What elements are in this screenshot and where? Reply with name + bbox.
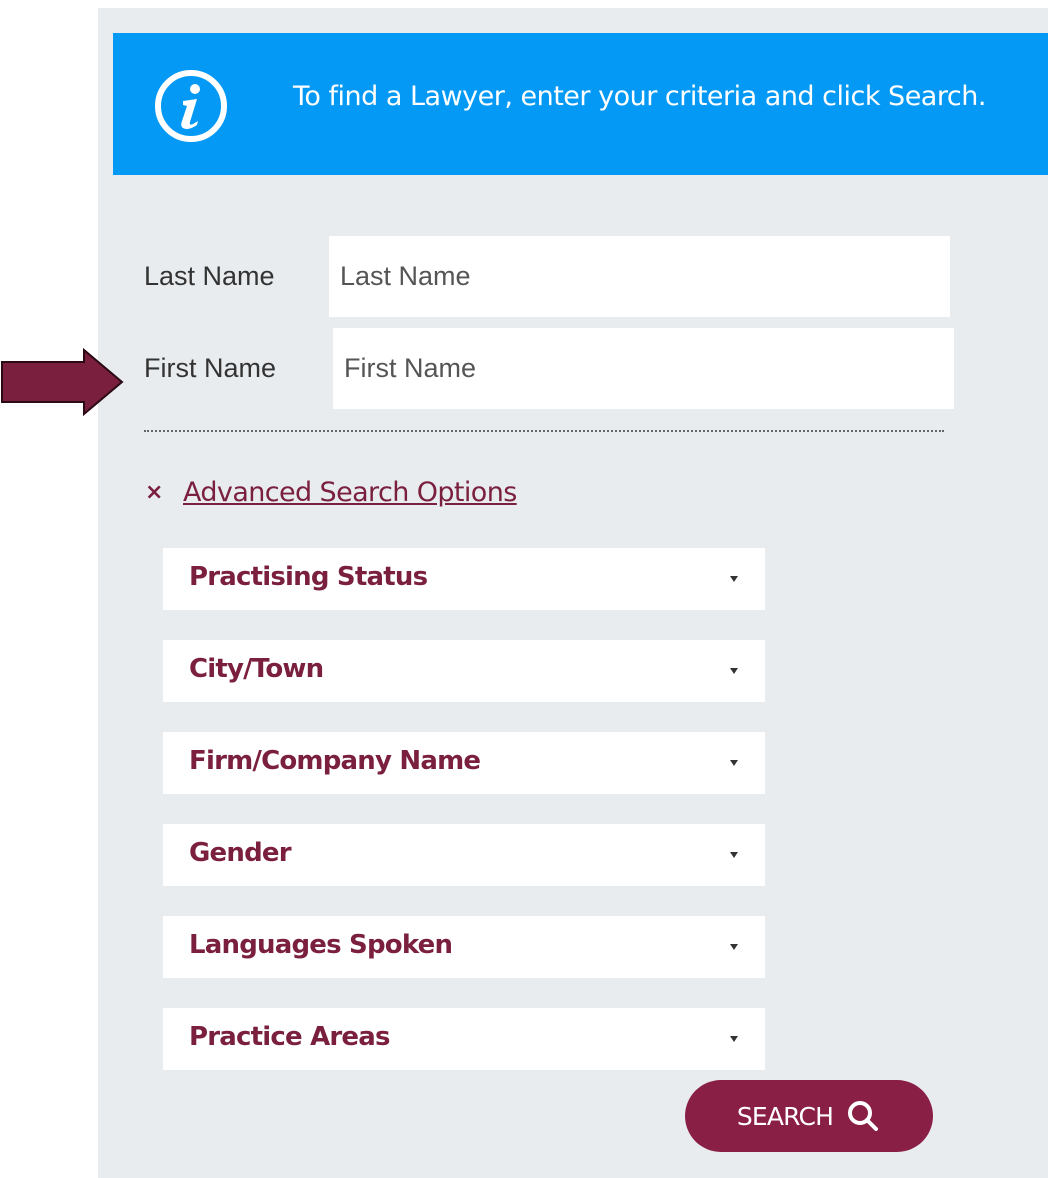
caret-down-icon — [730, 944, 738, 950]
city-town-dropdown[interactable]: City/Town — [163, 640, 765, 702]
info-banner: To find a Lawyer, enter your criteria an… — [113, 33, 1048, 175]
info-icon — [155, 70, 227, 142]
advanced-search-link[interactable]: Advanced Search Options — [183, 477, 517, 508]
caret-down-icon — [730, 852, 738, 858]
search-button[interactable]: SEARCH — [685, 1080, 933, 1152]
practising-status-dropdown[interactable]: Practising Status — [163, 548, 765, 610]
languages-spoken-dropdown[interactable]: Languages Spoken — [163, 916, 765, 978]
arrow-right-icon — [1, 348, 124, 416]
dropdown-label: Gender — [189, 838, 292, 868]
first-name-label: First Name — [144, 353, 277, 383]
first-name-input[interactable] — [333, 328, 954, 409]
caret-down-icon — [730, 576, 738, 582]
caret-down-icon — [730, 760, 738, 766]
dropdown-label: Practice Areas — [189, 1022, 390, 1052]
caret-down-icon — [730, 1036, 738, 1042]
practice-areas-dropdown[interactable]: Practice Areas — [163, 1008, 765, 1070]
dropdown-label: Firm/Company Name — [189, 746, 481, 776]
close-icon[interactable]: × — [145, 480, 183, 505]
dropdown-label: Languages Spoken — [189, 930, 453, 960]
dropdown-label: Practising Status — [189, 562, 428, 592]
last-name-label: Last Name — [144, 261, 275, 291]
banner-message: To find a Lawyer, enter your criteria an… — [293, 81, 986, 112]
firm-company-name-dropdown[interactable]: Firm/Company Name — [163, 732, 765, 794]
dropdown-label: City/Town — [189, 654, 324, 684]
last-name-input[interactable] — [329, 236, 950, 317]
search-icon — [848, 1101, 879, 1131]
caret-down-icon — [730, 668, 738, 674]
advanced-search-toggle[interactable]: × Advanced Search Options — [145, 477, 517, 508]
search-button-label: SEARCH — [736, 1101, 834, 1131]
gender-dropdown[interactable]: Gender — [163, 824, 765, 886]
divider — [144, 430, 944, 432]
